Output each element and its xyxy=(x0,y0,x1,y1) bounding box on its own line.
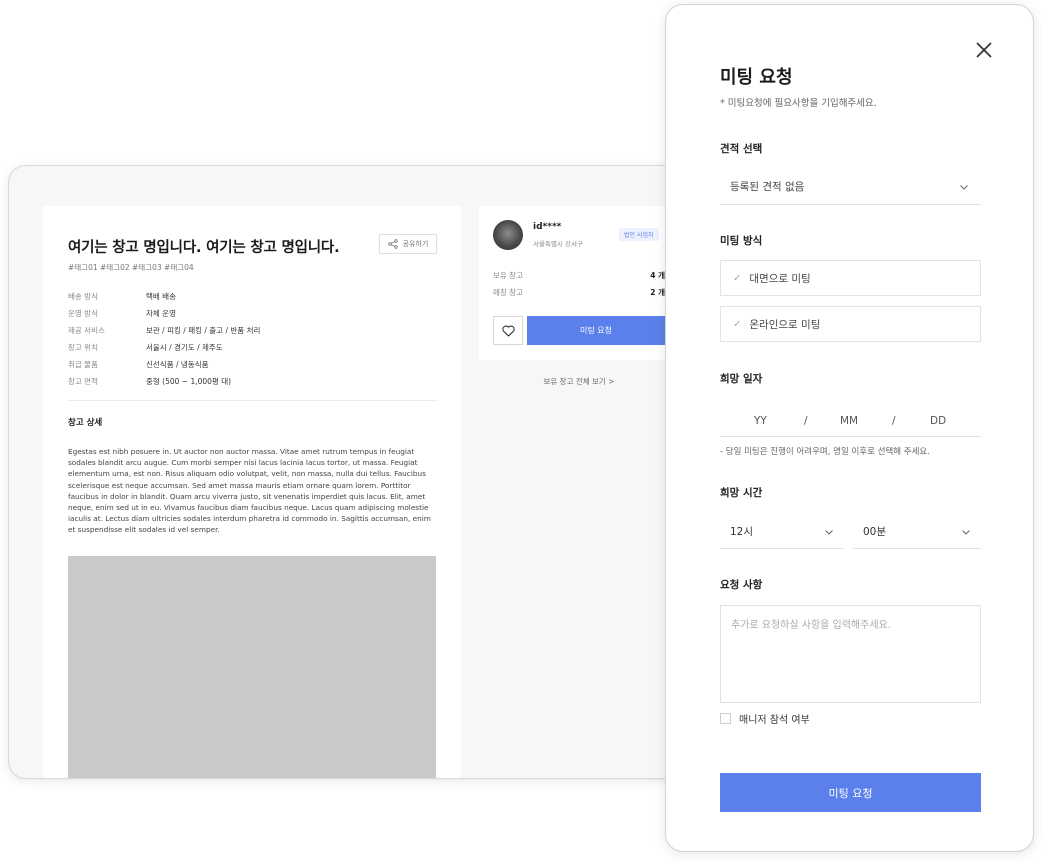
provider-id: id**** xyxy=(533,222,562,232)
date-note: - 당일 미팅은 진행이 어려우며, 명일 이후로 선택해 주세요. xyxy=(720,447,930,457)
modal-subtitle: * 미팅요청에 필요사항을 기입해주세요. xyxy=(720,98,877,109)
date-separator: / xyxy=(892,414,896,427)
spec-key: 취급 물품 xyxy=(68,360,98,369)
like-button[interactable] xyxy=(493,316,523,345)
spec-key: 배송 방식 xyxy=(68,292,98,301)
close-icon[interactable] xyxy=(974,40,994,60)
manager-attend-option[interactable]: 매니저 참석 여부 xyxy=(720,711,810,726)
manager-label: 매니저 참석 여부 xyxy=(739,715,810,726)
modal-title: 미팅 요청 xyxy=(720,67,793,88)
submit-meeting-button[interactable]: 미팅 요청 xyxy=(720,773,981,812)
estimate-value: 등록된 견적 없음 xyxy=(730,181,805,193)
stat-value: 2 개 xyxy=(650,288,665,297)
spec-key: 운영 방식 xyxy=(68,309,98,318)
spec-key: 창고 위치 xyxy=(68,343,98,352)
meeting-request-button[interactable]: 미팅 요청 xyxy=(527,316,665,345)
month-field[interactable]: MM xyxy=(840,415,858,427)
spec-row: 창고 위치 서울시 / 경기도 / 제주도 xyxy=(68,339,438,356)
minute-select[interactable]: 00분 xyxy=(853,515,981,549)
spec-row: 제공 서비스 보관 / 피킹 / 패킹 / 출고 / 반품 처리 xyxy=(68,322,438,339)
heart-icon xyxy=(501,324,515,337)
minute-value: 00분 xyxy=(863,526,887,538)
tag-list: #태그01 #태그02 #태그03 #태그04 xyxy=(68,263,194,272)
spec-key: 창고 면적 xyxy=(68,377,98,386)
hour-select[interactable]: 12시 xyxy=(720,515,844,549)
method-option-label: 대면으로 미팅 xyxy=(749,272,811,285)
method-option-online[interactable]: ✓ 온라인으로 미팅 xyxy=(720,306,981,342)
day-field[interactable]: DD xyxy=(930,415,946,427)
spec-value: 중형 (500 ~ 1,000평 대) xyxy=(146,377,232,386)
view-all-warehouses-link[interactable]: 보유 창고 전체 보기 > xyxy=(479,376,679,387)
spec-table: 배송 방식 택배 배송 운영 방식 자체 운영 제공 서비스 보관 / 피킹 /… xyxy=(68,288,438,390)
spec-row: 운영 방식 자체 운영 xyxy=(68,305,438,322)
avatar xyxy=(493,220,523,250)
hour-value: 12시 xyxy=(730,526,754,538)
chevron-down-icon xyxy=(825,529,833,535)
time-label: 희망 시간 xyxy=(720,487,763,499)
share-icon xyxy=(387,239,398,249)
warehouse-main-panel: 여기는 창고 명입니다. 여기는 창고 명입니다. 공유하기 #태그01 #태그… xyxy=(43,206,461,778)
warehouse-detail-card: 여기는 창고 명입니다. 여기는 창고 명입니다. 공유하기 #태그01 #태그… xyxy=(8,165,696,779)
check-icon: ✓ xyxy=(733,318,742,330)
request-label: 요청 사항 xyxy=(720,579,763,591)
stat-row: 매칭 창고 2 개 xyxy=(493,287,665,298)
spec-row: 배송 방식 택배 배송 xyxy=(68,288,438,305)
warehouse-title: 여기는 창고 명입니다. 여기는 창고 명입니다. xyxy=(68,240,340,256)
method-option-label: 온라인으로 미팅 xyxy=(749,318,821,331)
chevron-down-icon xyxy=(962,529,970,535)
spec-value: 택배 배송 xyxy=(146,292,176,301)
provider-panel: id**** 서울특별시 강서구 법인 사업자 보유 창고 4 개 매칭 창고 … xyxy=(479,206,679,360)
request-textarea[interactable]: 추가로 요청하실 사항을 입력해주세요. xyxy=(720,605,981,703)
spec-value: 서울시 / 경기도 / 제주도 xyxy=(146,343,223,352)
share-button[interactable]: 공유하기 xyxy=(379,234,437,254)
detail-section-title: 창고 상세 xyxy=(68,418,103,428)
method-option-in-person[interactable]: ✓ 대면으로 미팅 xyxy=(720,260,981,296)
business-badge: 법인 사업자 xyxy=(619,228,659,241)
date-input[interactable]: YY / MM / DD xyxy=(720,405,981,437)
provider-location: 서울특별시 강서구 xyxy=(533,240,583,248)
stat-label: 보유 창고 xyxy=(493,271,523,280)
spec-row: 창고 면적 중형 (500 ~ 1,000평 대) xyxy=(68,373,438,390)
estimate-select[interactable]: 등록된 견적 없음 xyxy=(720,169,981,205)
share-label: 공유하기 xyxy=(402,240,429,248)
meeting-request-modal: 미팅 요청 * 미팅요청에 필요사항을 기입해주세요. 견적 선택 등록된 견적… xyxy=(665,4,1034,852)
year-field[interactable]: YY xyxy=(754,415,767,427)
spec-value: 보관 / 피킹 / 패킹 / 출고 / 반품 처리 xyxy=(146,326,261,335)
spec-row: 취급 물품 신선식품 / 냉동식품 xyxy=(68,356,438,373)
divider xyxy=(68,400,438,401)
date-label: 희망 일자 xyxy=(720,373,763,385)
stat-label: 매칭 창고 xyxy=(493,288,523,297)
spec-key: 제공 서비스 xyxy=(68,326,105,335)
spec-value: 자체 운영 xyxy=(146,309,176,318)
warehouse-image-placeholder xyxy=(68,556,436,778)
stat-row: 보유 창고 4 개 xyxy=(493,270,665,281)
spec-value: 신선식품 / 냉동식품 xyxy=(146,360,209,369)
check-icon: ✓ xyxy=(733,272,742,284)
method-label: 미팅 방식 xyxy=(720,235,763,247)
detail-description: Egestas est nibh posuere in. Ut auctor n… xyxy=(68,447,431,535)
date-separator: / xyxy=(804,414,808,427)
manager-checkbox[interactable] xyxy=(720,713,731,724)
chevron-down-icon xyxy=(960,184,968,190)
estimate-label: 견적 선택 xyxy=(720,143,763,155)
stat-value: 4 개 xyxy=(650,271,665,280)
